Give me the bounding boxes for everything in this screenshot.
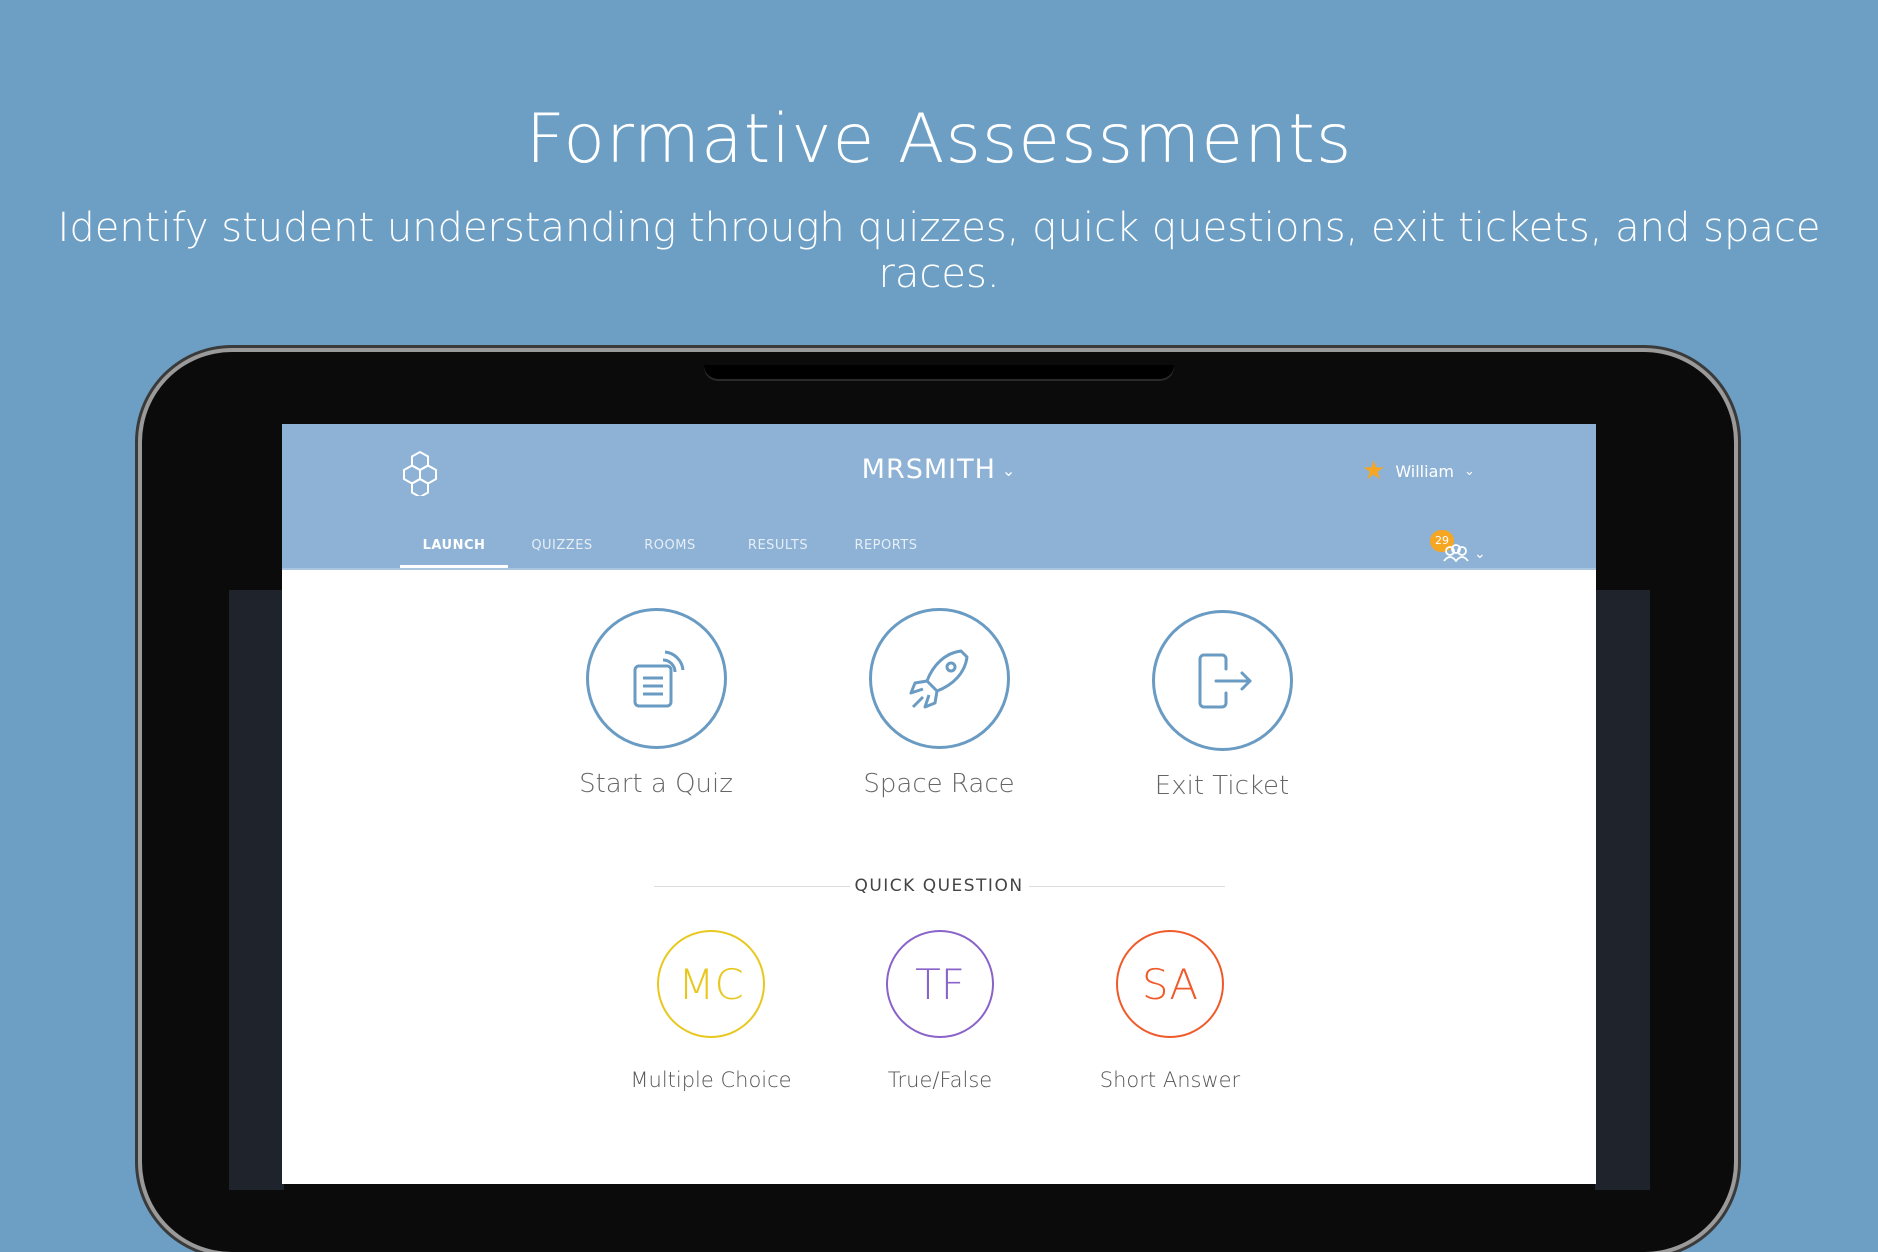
tablet-notch — [704, 365, 1174, 379]
rocket-icon — [909, 649, 969, 708]
space-race-button[interactable]: Space Race — [829, 608, 1049, 799]
start-quiz-button[interactable]: Start a Quiz — [546, 608, 766, 799]
exit-icon-ring — [1151, 610, 1293, 751]
tab-results[interactable]: RESULTS — [724, 524, 832, 568]
short-answer-button[interactable]: SA Short Answer — [1070, 930, 1270, 1092]
short-answer-icon: SA — [1116, 930, 1224, 1038]
multiple-choice-button[interactable]: MC Multiple Choice — [611, 930, 811, 1092]
space-race-label: Space Race — [863, 769, 1015, 799]
tab-rooms[interactable]: ROOMS — [616, 524, 724, 568]
quiz-icon — [633, 650, 685, 707]
nav-tabs: LAUNCH QUIZZES ROOMS RESULTS REPORTS — [400, 524, 940, 568]
chevron-down-icon: ⌄ — [1463, 463, 1475, 479]
multiple-choice-label: Multiple Choice — [630, 1068, 792, 1092]
tab-reports[interactable]: REPORTS — [832, 524, 940, 568]
exit-icon — [1198, 653, 1252, 708]
rooms-menu[interactable]: 29 ⌄ — [1430, 530, 1490, 562]
chevron-down-icon: ⌄ — [1001, 461, 1017, 480]
class-name: MRSMITH — [861, 454, 996, 485]
rocket-icon-ring — [868, 608, 1010, 749]
true-false-button[interactable]: TF True/False — [840, 930, 1040, 1092]
exit-ticket-label: Exit Ticket — [1154, 771, 1290, 801]
hero-subtitle: Identify student understanding through q… — [57, 205, 1821, 297]
students-icon — [1443, 544, 1469, 562]
app-screen: MRSMITH ⌄ ★ William ⌄ LAUNCH QUIZZES ROOM… — [282, 424, 1596, 1184]
quick-question-title: QUICK QUESTION — [854, 876, 1024, 896]
short-answer-label: Short Answer — [1099, 1068, 1241, 1092]
multiple-choice-icon: MC — [657, 930, 765, 1038]
star-icon: ★ — [1362, 456, 1386, 486]
background-panel-left — [229, 590, 284, 1190]
true-false-icon: TF — [886, 930, 994, 1038]
user-menu[interactable]: ★ William ⌄ — [1362, 458, 1475, 484]
quiz-icon-ring — [585, 608, 727, 749]
app-header: MRSMITH ⌄ ★ William ⌄ LAUNCH QUIZZES ROOM… — [282, 424, 1596, 570]
tab-quizzes[interactable]: QUIZZES — [508, 524, 616, 568]
chevron-down-icon: ⌄ — [1474, 546, 1486, 562]
start-quiz-label: Start a Quiz — [579, 769, 733, 799]
tab-launch[interactable]: LAUNCH — [400, 524, 508, 568]
background-panel-right — [1595, 590, 1650, 1190]
exit-ticket-button[interactable]: Exit Ticket — [1112, 610, 1332, 801]
hero-title: Formative Assessments — [525, 100, 1353, 179]
user-name: William — [1395, 461, 1454, 481]
true-false-label: True/False — [887, 1068, 993, 1092]
